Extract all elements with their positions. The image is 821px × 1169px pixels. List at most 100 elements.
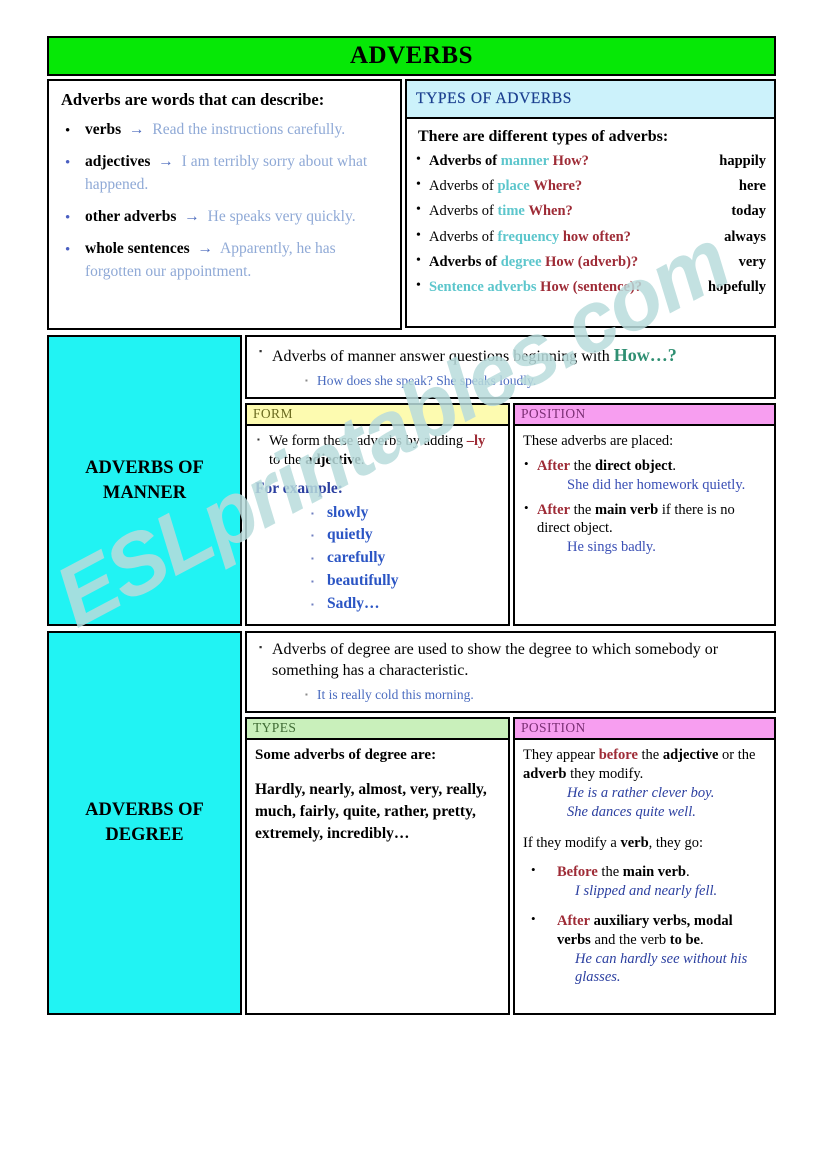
list-item: • After auxiliary verbs, modal verbs and… bbox=[523, 910, 766, 987]
types-column-body: Some adverbs of degree are: Hardly, near… bbox=[245, 739, 510, 1015]
square-bullet-icon: ▪ bbox=[311, 531, 314, 541]
list-item: • Adverbs of degree How (adverb)? very bbox=[415, 253, 766, 271]
type-label: Adverbs of manner How? bbox=[429, 153, 589, 170]
list-item: • Adverbs of manner How? happily bbox=[415, 152, 766, 170]
form-column-body: ▪ We form these adverbs by adding –ly to… bbox=[245, 425, 510, 626]
degree-subgrid: TYPES Some adverbs of degree are: Hardly… bbox=[245, 716, 776, 1015]
list-item: ▪ quietly bbox=[255, 524, 500, 547]
degree-position-p1: They appear before the adjective or the … bbox=[523, 746, 766, 784]
p2-b: , they go: bbox=[648, 835, 704, 852]
list-item: ▪ Sadly… bbox=[255, 593, 500, 616]
bullet-icon: • bbox=[524, 499, 529, 515]
type-question: When? bbox=[528, 203, 573, 220]
type-category: degree bbox=[500, 253, 542, 270]
position-keyword: Before bbox=[557, 864, 598, 881]
degree-types-lead: Some adverbs of degree are: bbox=[255, 746, 437, 763]
list-item: • After the direct object. She did her h… bbox=[523, 456, 766, 495]
types-panel-header: TYPES OF ADVERBS bbox=[405, 79, 776, 119]
manner-position-col: POSITION These adverbs are placed: • Aft… bbox=[513, 402, 776, 626]
position-keyword: After bbox=[537, 457, 571, 474]
list-item: • Adverbs of time When? today bbox=[415, 202, 766, 220]
degree-example-text: It is really cold this morning. bbox=[317, 686, 474, 702]
bullet-icon: • bbox=[416, 177, 421, 193]
manner-section: ADVERBS OF MANNER ▪ Adverbs of manner an… bbox=[47, 335, 776, 626]
manner-label-line1: ADVERBS OF bbox=[85, 457, 204, 478]
degree-position-p2: If they modify a verb, they go: bbox=[523, 834, 766, 853]
type-prefix: Adverbs of bbox=[429, 228, 494, 245]
square-bullet-icon: ▪ bbox=[259, 642, 263, 652]
type-label: Adverbs of place Where? bbox=[429, 178, 582, 195]
type-prefix: Adverbs of bbox=[429, 178, 494, 195]
type-question: How (adverb)? bbox=[545, 253, 639, 270]
position-header-label: POSITION bbox=[521, 720, 586, 736]
bullet-icon: • bbox=[65, 209, 71, 226]
degree-position-col: POSITION They appear before the adjectiv… bbox=[513, 716, 776, 1015]
type-label: Sentence adverbs How (sentence)? bbox=[429, 279, 642, 296]
degree-intro-text: Adverbs of degree are used to show the d… bbox=[272, 641, 719, 679]
p1-b: the bbox=[637, 746, 663, 763]
arrow-icon: → bbox=[158, 152, 174, 170]
position-bold: main verb bbox=[622, 864, 686, 881]
manner-intro-example: ▪ How does she speak? She speaks loudly. bbox=[257, 373, 764, 389]
list-item: • Adverbs of place Where? here bbox=[415, 177, 766, 195]
position-bold: main verb bbox=[594, 501, 659, 518]
degree-intro: ▪ Adverbs of degree are used to show the… bbox=[245, 631, 776, 713]
position-lead: These adverbs are placed: bbox=[523, 432, 674, 449]
degree-intro-example: ▪ It is really cold this morning. bbox=[257, 687, 764, 703]
bullet-icon: • bbox=[531, 910, 536, 926]
degree-intro-main: ▪ Adverbs of degree are used to show the… bbox=[257, 640, 764, 682]
p1-a: They appear bbox=[523, 746, 599, 763]
list-item: • After the main verb if there is no dir… bbox=[523, 499, 766, 558]
types-panel-body: There are different types of adverbs: • … bbox=[405, 119, 776, 328]
arrow-icon: → bbox=[129, 121, 145, 138]
position-bold-2: to be bbox=[669, 931, 700, 948]
degree-side-label: ADVERBS OF DEGREE bbox=[47, 631, 242, 1015]
square-bullet-icon: ▪ bbox=[305, 375, 308, 385]
example-text: He speaks very quickly. bbox=[207, 207, 356, 225]
degree-position-list: • Before the main verb. I slipped and ne… bbox=[523, 862, 766, 987]
position-example: I slipped and nearly fell. bbox=[575, 883, 718, 900]
bullet-icon: • bbox=[65, 241, 71, 258]
degree-example-1: He is a rather clever boy. bbox=[567, 784, 715, 801]
types-lead: There are different types of adverbs: bbox=[418, 128, 669, 145]
position-column-body: They appear before the adjective or the … bbox=[513, 739, 776, 1015]
describe-heading: Adverbs are words that can describe: bbox=[61, 90, 325, 109]
page-title: ADVERBS bbox=[350, 42, 473, 69]
form-rule-e: . bbox=[360, 451, 365, 468]
position-example: She did her homework quietly. bbox=[567, 476, 746, 493]
type-sample: today bbox=[731, 203, 766, 220]
list-item: • whole sentences → Apparently, he has f… bbox=[59, 238, 390, 284]
position-header-label: POSITION bbox=[521, 406, 586, 422]
example-word: beautifully bbox=[327, 571, 399, 589]
keyword: other adverbs bbox=[85, 207, 177, 225]
bullet-icon: • bbox=[65, 123, 71, 139]
bullet-icon: • bbox=[416, 227, 421, 243]
list-item: • verbs → Read the instructions carefull… bbox=[59, 119, 390, 142]
manner-side-label: ADVERBS OF MANNER bbox=[47, 335, 242, 626]
form-rule-c: to the bbox=[269, 451, 306, 468]
example-text: Read the instructions carefully. bbox=[152, 121, 346, 138]
manner-intro-main: ▪ Adverbs of manner answer questions beg… bbox=[257, 344, 764, 368]
type-prefix: Adverbs of bbox=[429, 253, 498, 270]
degree-content: ▪ Adverbs of degree are used to show the… bbox=[245, 631, 776, 1015]
type-question: how often? bbox=[562, 228, 631, 245]
form-column-header: FORM bbox=[245, 402, 510, 426]
title-bar: ADVERBS bbox=[47, 36, 776, 76]
p1-c: or the bbox=[718, 746, 756, 763]
type-sample: here bbox=[738, 178, 766, 195]
type-prefix: Adverbs of bbox=[429, 203, 494, 220]
manner-intro-text: Adverbs of manner answer questions begin… bbox=[272, 348, 614, 365]
types-list: • Adverbs of manner How? happily • Adver… bbox=[415, 152, 766, 296]
degree-label-line2: DEGREE bbox=[105, 825, 184, 845]
form-rule-adjective: adjective bbox=[305, 451, 361, 468]
bullet-icon: • bbox=[65, 154, 71, 171]
for-example-label: For example: bbox=[255, 480, 343, 498]
list-item: • Sentence adverbs How (sentence)? hopef… bbox=[415, 278, 766, 296]
position-keyword: After bbox=[537, 501, 571, 518]
arrow-icon: → bbox=[184, 207, 200, 225]
p1-bold-adverb: adverb bbox=[523, 765, 567, 782]
type-question: How (sentence)? bbox=[540, 278, 643, 295]
type-label: Adverbs of time When? bbox=[429, 203, 573, 220]
example-word: carefully bbox=[327, 549, 386, 567]
position-column-header: POSITION bbox=[513, 402, 776, 426]
